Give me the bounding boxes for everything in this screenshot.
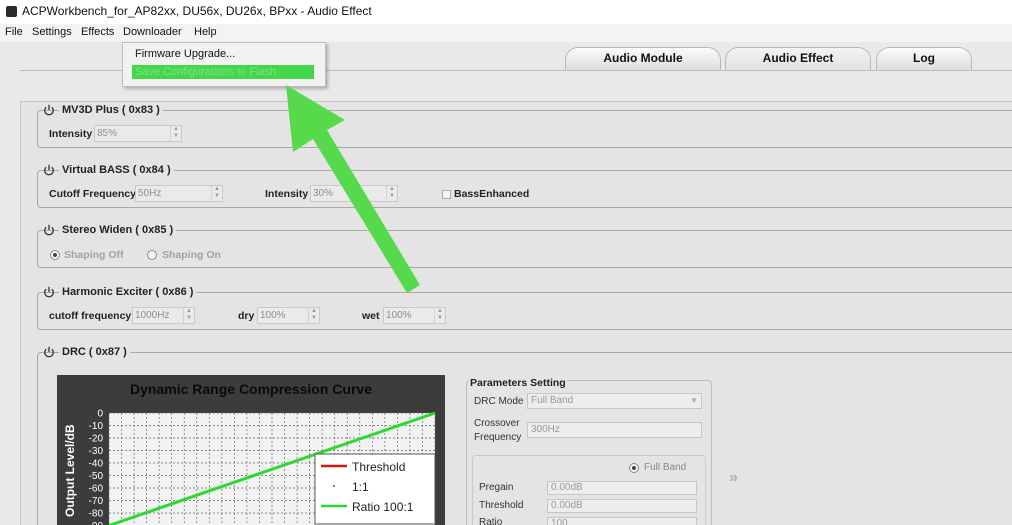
vbass-cutoff-spinbox[interactable]: 50Hz ▲ ▼ bbox=[135, 185, 223, 202]
shaping-on-radio[interactable] bbox=[147, 250, 157, 260]
chevron-down-icon: ▼ bbox=[690, 396, 698, 405]
tab-audio-module[interactable]: Audio Module bbox=[565, 47, 721, 71]
threshold-field[interactable]: 0.00dB bbox=[547, 499, 697, 513]
spin-arrows-icon[interactable]: ▲ ▼ bbox=[308, 308, 319, 323]
frequency-label: Frequency bbox=[474, 432, 522, 443]
y-tick-label: 0 bbox=[97, 409, 103, 420]
menu-bar: File Settings Effects Downloader Help bbox=[0, 24, 1012, 42]
y-tick-label: -80 bbox=[89, 509, 104, 520]
exciter-cutoff-spinbox[interactable]: 1000Hz ▲ ▼ bbox=[132, 307, 195, 324]
menu-item-firmware-upgrade[interactable]: Firmware Upgrade... bbox=[135, 48, 235, 60]
shaping-off-label: Shaping Off bbox=[64, 249, 124, 261]
mv3d-group bbox=[37, 110, 1012, 148]
menu-downloader[interactable]: Downloader bbox=[123, 26, 182, 38]
ratio-value: 100 bbox=[551, 518, 568, 525]
vbass-cutoff-value: 50Hz bbox=[138, 188, 162, 199]
pregain-value: 0.00dB bbox=[551, 482, 583, 493]
power-icon[interactable] bbox=[43, 286, 55, 298]
vbass-intensity-spinbox[interactable]: 30% ▲ ▼ bbox=[310, 185, 398, 202]
title-bar: ACPWorkbench_for_AP82xx, DU56x, DU26x, B… bbox=[0, 0, 1012, 24]
menu-file[interactable]: File bbox=[5, 26, 23, 38]
y-tick-label: -30 bbox=[89, 446, 104, 457]
exciter-wet-spinbox[interactable]: 100% ▲ ▼ bbox=[383, 307, 446, 324]
crossover-label: Crossover bbox=[474, 418, 520, 429]
y-tick-label: -60 bbox=[89, 484, 104, 495]
window-title: ACPWorkbench_for_AP82xx, DU56x, DU26x, B… bbox=[22, 4, 372, 18]
legend-threshold-label: Threshold bbox=[352, 460, 405, 474]
spin-arrows-icon[interactable]: ▲ ▼ bbox=[170, 126, 181, 141]
exciter-cutoff-value: 1000Hz bbox=[135, 310, 170, 321]
tab-log[interactable]: Log bbox=[876, 47, 972, 71]
crossover-frequency-field[interactable]: 300Hz bbox=[527, 422, 702, 438]
y-tick-label: -90 bbox=[89, 521, 104, 525]
shaping-on-label: Shaping On bbox=[162, 249, 221, 261]
spin-arrows-icon[interactable]: ▲ ▼ bbox=[386, 186, 397, 201]
power-icon[interactable] bbox=[43, 164, 55, 176]
legend-one-to-one-label: 1:1 bbox=[352, 480, 369, 494]
harmonic-exciter-title: Harmonic Exciter ( 0x86 ) bbox=[59, 286, 197, 298]
drc-mode-label: DRC Mode bbox=[474, 396, 524, 407]
y-tick-label: -20 bbox=[89, 434, 104, 445]
crossover-value: 300Hz bbox=[531, 424, 560, 435]
mv3d-title: MV3D Plus ( 0x83 ) bbox=[59, 104, 163, 116]
drc-mode-select[interactable]: Full Band ▼ bbox=[527, 393, 702, 409]
full-band-label: Full Band bbox=[644, 462, 687, 473]
power-icon[interactable] bbox=[43, 346, 55, 358]
ratio-label: Ratio bbox=[479, 517, 503, 525]
y-tick-label: -70 bbox=[89, 496, 104, 507]
y-axis-ticks: 0-10 -20-30 -40-50 -60-70 -80-90 bbox=[89, 409, 104, 525]
bass-enhanced-checkbox[interactable] bbox=[442, 190, 451, 199]
shaping-off-radio[interactable] bbox=[50, 250, 60, 260]
drc-mode-value: Full Band bbox=[531, 395, 574, 406]
drc-title: DRC ( 0x87 ) bbox=[59, 346, 130, 358]
exciter-wet-value: 100% bbox=[386, 310, 412, 321]
y-tick-label: -50 bbox=[89, 471, 104, 482]
exciter-dry-label: dry bbox=[238, 310, 255, 322]
tab-audio-effect[interactable]: Audio Effect bbox=[725, 47, 871, 71]
y-tick-label: -10 bbox=[89, 421, 104, 432]
vbass-intensity-value: 30% bbox=[313, 188, 334, 199]
spin-arrows-icon[interactable]: ▲ ▼ bbox=[434, 308, 445, 323]
threshold-value: 0.00dB bbox=[551, 500, 583, 511]
threshold-label: Threshold bbox=[479, 500, 524, 511]
exciter-dry-value: 100% bbox=[260, 310, 286, 321]
menu-effects[interactable]: Effects bbox=[81, 26, 114, 38]
y-axis-label: Output Level/dB bbox=[63, 424, 77, 517]
vbass-title: Virtual BASS ( 0x84 ) bbox=[59, 164, 174, 176]
full-band-radio[interactable] bbox=[629, 463, 639, 473]
parameters-title: Parameters Setting bbox=[469, 377, 567, 389]
legend-ratio-label: Ratio 100:1 bbox=[352, 500, 414, 514]
stereo-widen-title: Stereo Widen ( 0x85 ) bbox=[59, 224, 177, 236]
mv3d-intensity-label: Intensity bbox=[49, 128, 93, 140]
expand-icon[interactable]: » bbox=[729, 469, 738, 487]
spin-arrows-icon[interactable]: ▲ ▼ bbox=[183, 308, 194, 323]
legend: Threshold 1:1 Ratio 100:1 bbox=[314, 453, 436, 525]
vbass-cutoff-label: Cutoff Frequency bbox=[49, 188, 136, 200]
y-tick-label: -40 bbox=[89, 459, 104, 470]
bass-enhanced-label: BassEnhanced bbox=[454, 188, 530, 200]
ratio-field[interactable]: 100 bbox=[547, 517, 697, 525]
exciter-wet-label: wet bbox=[362, 310, 380, 322]
legend-one-to-one-swatch bbox=[332, 484, 336, 488]
mv3d-intensity-value: 85% bbox=[97, 128, 118, 139]
menu-item-save-configurations[interactable]: Save Configurations to Flash bbox=[135, 66, 276, 78]
app-icon bbox=[6, 6, 17, 17]
pregain-field[interactable]: 0.00dB bbox=[547, 481, 697, 495]
power-icon[interactable] bbox=[43, 224, 55, 236]
mv3d-intensity-spinbox[interactable]: 85% ▲ ▼ bbox=[94, 125, 182, 142]
exciter-cutoff-label: cutoff frequency bbox=[49, 310, 132, 322]
menu-settings[interactable]: Settings bbox=[32, 26, 72, 38]
spin-arrows-icon[interactable]: ▲ ▼ bbox=[211, 186, 222, 201]
power-icon[interactable] bbox=[43, 104, 55, 116]
vbass-intensity-label: Intensity bbox=[265, 188, 309, 200]
exciter-dry-spinbox[interactable]: 100% ▲ ▼ bbox=[257, 307, 320, 324]
pregain-label: Pregain bbox=[479, 482, 514, 493]
menu-help[interactable]: Help bbox=[194, 26, 217, 38]
drc-chart-plot: 0-10 -20-30 -40-50 -60-70 -80-90 Output Leve… bbox=[63, 409, 436, 525]
